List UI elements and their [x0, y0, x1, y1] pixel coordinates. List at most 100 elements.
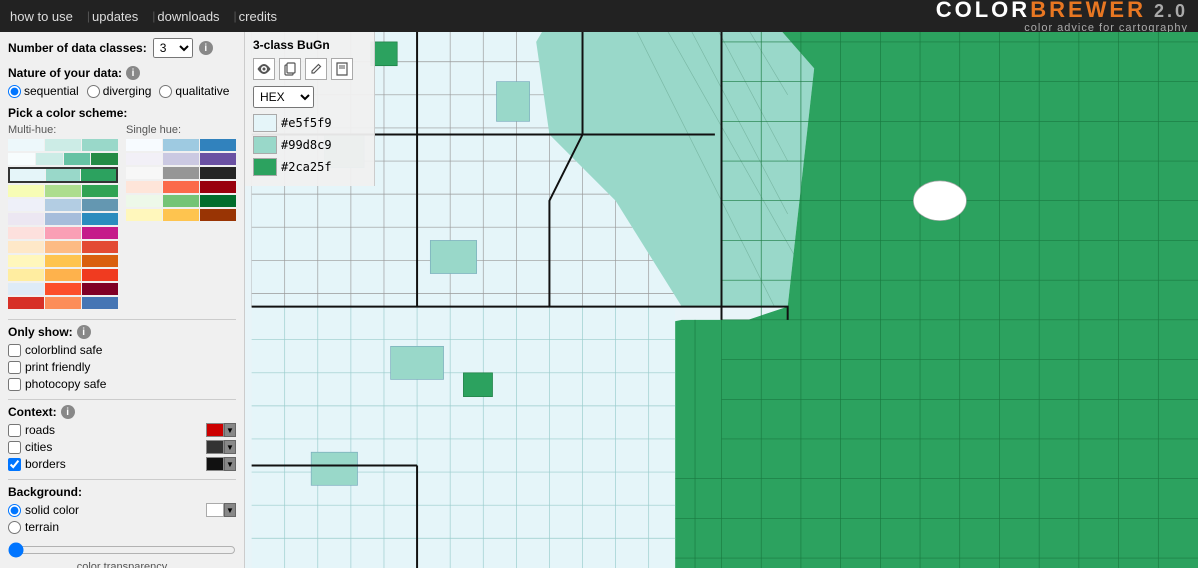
reference-icon[interactable]	[331, 58, 353, 80]
color-swatch-1[interactable]	[253, 114, 277, 132]
bg-color-swatch[interactable]	[206, 503, 224, 517]
swatch[interactable]	[126, 181, 162, 193]
single-hue-row-2[interactable]	[126, 153, 236, 165]
swatch[interactable]	[82, 213, 118, 225]
preview-icon[interactable]	[253, 58, 275, 80]
multi-hue-row-8[interactable]	[8, 241, 118, 253]
nav-updates[interactable]: updates	[92, 9, 138, 24]
swatch[interactable]	[8, 185, 44, 197]
swatch[interactable]	[163, 181, 199, 193]
single-hue-row-1[interactable]	[126, 139, 236, 151]
photocopy-checkbox[interactable]	[8, 378, 21, 391]
multi-hue-row-9[interactable]	[8, 255, 118, 267]
swatch[interactable]	[82, 199, 118, 211]
bg-terrain-label[interactable]: terrain	[8, 520, 59, 534]
single-hue-row-4[interactable]	[126, 181, 236, 193]
swatch[interactable]	[163, 195, 199, 207]
multi-hue-row-1[interactable]	[8, 139, 118, 151]
swatch[interactable]	[8, 241, 44, 253]
swatch[interactable]	[82, 139, 118, 151]
bg-solid-label[interactable]: solid color	[8, 503, 79, 517]
swatch[interactable]	[81, 169, 116, 181]
swatch[interactable]	[45, 139, 81, 151]
swatch[interactable]	[126, 195, 162, 207]
context-info-icon[interactable]: i	[61, 405, 75, 419]
swatch[interactable]	[82, 227, 118, 239]
multi-hue-row-7[interactable]	[8, 227, 118, 239]
nature-qualitative[interactable]: qualitative	[159, 84, 229, 98]
swatch[interactable]	[126, 153, 162, 165]
single-hue-row-6[interactable]	[126, 209, 236, 221]
nature-diverging-radio[interactable]	[87, 85, 100, 98]
swatch[interactable]	[200, 195, 236, 207]
swatch[interactable]	[82, 269, 118, 281]
nav-downloads[interactable]: downloads	[157, 9, 219, 24]
colorblind-checkbox[interactable]	[8, 344, 21, 357]
swatch[interactable]	[45, 269, 81, 281]
multi-hue-row-3[interactable]	[8, 167, 118, 183]
swatch[interactable]	[91, 153, 118, 165]
print-checkbox[interactable]	[8, 361, 21, 374]
swatch[interactable]	[200, 153, 236, 165]
bg-terrain-radio[interactable]	[8, 521, 21, 534]
swatch[interactable]	[126, 167, 162, 179]
multi-hue-row-10[interactable]	[8, 269, 118, 281]
swatch[interactable]	[8, 297, 44, 309]
swatch[interactable]	[45, 283, 81, 295]
nav-how-to-use[interactable]: how to use	[10, 9, 73, 24]
roads-color-dropdown[interactable]: ▼	[224, 423, 236, 437]
swatch[interactable]	[200, 139, 236, 151]
bg-color-dropdown[interactable]: ▼	[224, 503, 236, 517]
nature-sequential-radio[interactable]	[8, 85, 21, 98]
swatch[interactable]	[82, 297, 118, 309]
single-hue-row-3[interactable]	[126, 167, 236, 179]
borders-color-dropdown[interactable]: ▼	[224, 457, 236, 471]
swatch[interactable]	[45, 241, 81, 253]
multi-hue-row-5[interactable]	[8, 199, 118, 211]
multi-hue-row-12[interactable]	[8, 297, 118, 309]
edit-icon[interactable]	[305, 58, 327, 80]
cities-checkbox[interactable]	[8, 441, 21, 454]
swatch[interactable]	[36, 153, 63, 165]
swatch[interactable]	[45, 255, 81, 267]
swatch[interactable]	[45, 185, 81, 197]
transparency-slider[interactable]	[8, 542, 236, 558]
swatch[interactable]	[45, 199, 81, 211]
swatch[interactable]	[200, 181, 236, 193]
swatch[interactable]	[8, 255, 44, 267]
swatch[interactable]	[45, 227, 81, 239]
multi-hue-row-4[interactable]	[8, 185, 118, 197]
multi-hue-row-2[interactable]	[8, 153, 118, 165]
swatch[interactable]	[126, 209, 162, 221]
swatch[interactable]	[163, 167, 199, 179]
multi-hue-row-11[interactable]	[8, 283, 118, 295]
swatch[interactable]	[163, 139, 199, 151]
borders-checkbox[interactable]	[8, 458, 21, 471]
bg-solid-radio[interactable]	[8, 504, 21, 517]
nature-diverging[interactable]: diverging	[87, 84, 152, 98]
swatch[interactable]	[163, 153, 199, 165]
single-hue-row-5[interactable]	[126, 195, 236, 207]
swatch[interactable]	[10, 169, 45, 181]
only-show-info-icon[interactable]: i	[77, 325, 91, 339]
swatch[interactable]	[8, 269, 44, 281]
swatch[interactable]	[82, 241, 118, 253]
color-swatch-2[interactable]	[253, 136, 277, 154]
format-select[interactable]: HEX RGB CMYK	[253, 86, 314, 108]
swatch[interactable]	[82, 185, 118, 197]
swatch[interactable]	[45, 213, 81, 225]
swatch[interactable]	[46, 169, 81, 181]
nav-credits[interactable]: credits	[239, 9, 277, 24]
swatch[interactable]	[200, 167, 236, 179]
swatch[interactable]	[8, 139, 44, 151]
swatch[interactable]	[82, 255, 118, 267]
multi-hue-row-6[interactable]	[8, 213, 118, 225]
cities-color-swatch[interactable]	[206, 440, 224, 454]
color-swatch-3[interactable]	[253, 158, 277, 176]
nature-qualitative-radio[interactable]	[159, 85, 172, 98]
roads-checkbox[interactable]	[8, 424, 21, 437]
swatch[interactable]	[126, 139, 162, 151]
classes-select[interactable]: 345 678 9101112	[153, 38, 193, 58]
nature-sequential[interactable]: sequential	[8, 84, 79, 98]
swatch[interactable]	[8, 283, 44, 295]
